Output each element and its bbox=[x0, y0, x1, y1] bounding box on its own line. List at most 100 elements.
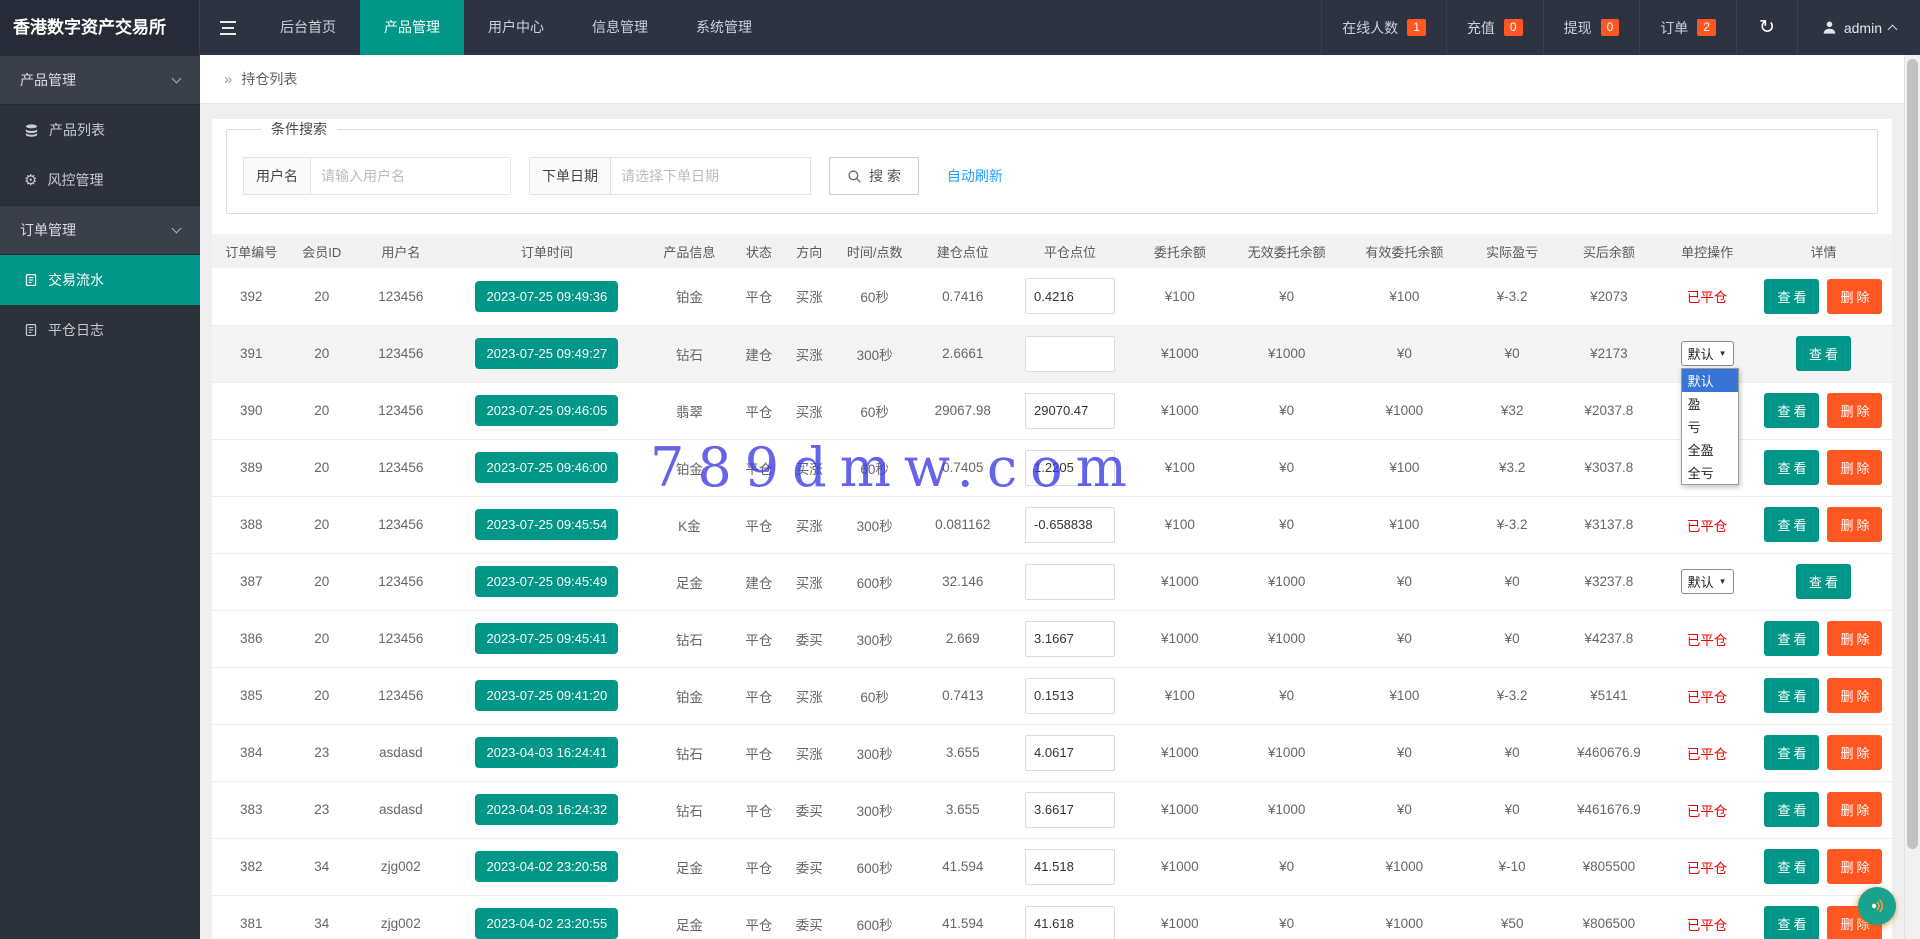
detail-actions-cell: 查看删除 bbox=[1755, 268, 1892, 325]
valid-entrust-cell: ¥0 bbox=[1343, 553, 1466, 610]
control-select[interactable]: 默认▼ bbox=[1681, 569, 1734, 594]
sidebar-item-transaction-flow[interactable]: 交易流水 bbox=[0, 255, 200, 305]
control-select-option[interactable]: 亏 bbox=[1682, 415, 1738, 438]
view-button[interactable]: 查看 bbox=[1764, 678, 1819, 713]
view-button[interactable]: 查看 bbox=[1764, 792, 1819, 827]
invalid-entrust-cell: ¥0 bbox=[1230, 439, 1343, 496]
duration-cell: 60秒 bbox=[834, 382, 915, 439]
delete-button[interactable]: 删除 bbox=[1827, 735, 1882, 770]
order-id-cell: 389 bbox=[212, 439, 291, 496]
view-button[interactable]: 查看 bbox=[1764, 507, 1819, 542]
floating-sound-button[interactable] bbox=[1858, 887, 1896, 925]
close-point-input[interactable] bbox=[1025, 507, 1115, 543]
direction-cell: 委买 bbox=[784, 610, 834, 667]
sidebar-item-close-position-log[interactable]: 平仓日志 bbox=[0, 305, 200, 355]
sidebar-item-label: 风控管理 bbox=[47, 170, 103, 190]
sidebar-item-risk-management[interactable]: ⚙ 风控管理 bbox=[0, 155, 200, 205]
table-row: 388201234562023-07-25 09:45:54K金平仓买涨300秒… bbox=[212, 496, 1892, 553]
delete-button[interactable]: 删除 bbox=[1827, 450, 1882, 485]
view-button[interactable]: 查看 bbox=[1796, 336, 1851, 371]
nav-item-system-management[interactable]: 系统管理 bbox=[672, 0, 776, 55]
delete-button[interactable]: 删除 bbox=[1827, 849, 1882, 884]
delete-button[interactable]: 删除 bbox=[1827, 507, 1882, 542]
username-input[interactable] bbox=[311, 157, 511, 195]
hamburger-menu-icon[interactable] bbox=[200, 0, 256, 55]
control-select-option[interactable]: 盈 bbox=[1682, 392, 1738, 415]
stat-online-users[interactable]: 在线人数 1 bbox=[1321, 0, 1446, 55]
auto-refresh-link[interactable]: 自动刷新 bbox=[947, 166, 1003, 186]
after-balance-cell: ¥2173 bbox=[1559, 325, 1660, 382]
open-point-cell: 41.594 bbox=[915, 838, 1011, 895]
sidebar-group-order-management[interactable]: 订单管理 bbox=[0, 205, 200, 255]
order-id-cell: 386 bbox=[212, 610, 291, 667]
view-button[interactable]: 查看 bbox=[1764, 450, 1819, 485]
nav-item-dashboard-home[interactable]: 后台首页 bbox=[256, 0, 360, 55]
close-point-input[interactable] bbox=[1025, 393, 1115, 429]
scrollbar-thumb[interactable] bbox=[1907, 59, 1918, 849]
member-id-cell: 34 bbox=[291, 838, 353, 895]
close-point-input[interactable] bbox=[1025, 906, 1115, 939]
chevron-up-icon bbox=[1888, 25, 1898, 35]
nav-item-user-center[interactable]: 用户中心 bbox=[464, 0, 568, 55]
view-button[interactable]: 查看 bbox=[1764, 393, 1819, 428]
stat-orders[interactable]: 订单 2 bbox=[1639, 0, 1736, 55]
control-select[interactable]: 默认▼ bbox=[1681, 341, 1734, 366]
nav-item-product-management[interactable]: 产品管理 bbox=[360, 0, 464, 55]
close-point-input[interactable] bbox=[1025, 564, 1115, 600]
order-id-cell: 385 bbox=[212, 667, 291, 724]
search-button[interactable]: 搜 索 bbox=[829, 157, 919, 195]
view-button[interactable]: 查看 bbox=[1764, 906, 1819, 939]
close-point-input[interactable] bbox=[1025, 792, 1115, 828]
control-select-option[interactable]: 默认 bbox=[1682, 369, 1738, 392]
delete-button[interactable]: 删除 bbox=[1827, 792, 1882, 827]
order-time-cell: 2023-04-02 23:20:58 bbox=[449, 838, 645, 895]
close-point-input[interactable] bbox=[1025, 678, 1115, 714]
view-button[interactable]: 查看 bbox=[1764, 621, 1819, 656]
order-id-cell: 382 bbox=[212, 838, 291, 895]
delete-button[interactable]: 删除 bbox=[1827, 393, 1882, 428]
control-select-option[interactable]: 全亏 bbox=[1682, 461, 1738, 484]
control-select-option[interactable]: 全盈 bbox=[1682, 438, 1738, 461]
duration-cell: 300秒 bbox=[834, 496, 915, 553]
after-balance-cell: ¥5141 bbox=[1559, 667, 1660, 724]
state-cell: 建仓 bbox=[734, 325, 784, 382]
delete-button[interactable]: 删除 bbox=[1827, 621, 1882, 656]
entrust-balance-cell: ¥1000 bbox=[1129, 610, 1230, 667]
close-point-input[interactable] bbox=[1025, 278, 1115, 314]
close-point-input[interactable] bbox=[1025, 621, 1115, 657]
sidebar-group-product-management[interactable]: 产品管理 bbox=[0, 55, 200, 105]
close-point-input[interactable] bbox=[1025, 336, 1115, 372]
order-date-input[interactable] bbox=[611, 157, 811, 195]
product-cell: K金 bbox=[645, 496, 734, 553]
order-id-cell: 387 bbox=[212, 553, 291, 610]
view-button[interactable]: 查看 bbox=[1764, 735, 1819, 770]
delete-button[interactable]: 删除 bbox=[1827, 678, 1882, 713]
valid-entrust-cell: ¥0 bbox=[1343, 610, 1466, 667]
delete-button[interactable]: 删除 bbox=[1827, 279, 1882, 314]
order-time-badge: 2023-07-25 09:41:20 bbox=[475, 680, 618, 711]
search-panel-legend: 条件搜索 bbox=[261, 119, 337, 139]
close-point-input[interactable] bbox=[1025, 450, 1115, 486]
user-menu[interactable]: admin bbox=[1797, 0, 1920, 55]
username-field-label: 用户名 bbox=[243, 157, 311, 195]
close-point-input[interactable] bbox=[1025, 735, 1115, 771]
search-button-label: 搜 索 bbox=[869, 166, 901, 186]
sidebar-item-product-list[interactable]: 产品列表 bbox=[0, 105, 200, 155]
scrollbar[interactable] bbox=[1904, 55, 1920, 939]
app-logo: 香港数字资产交易所 bbox=[0, 0, 200, 55]
valid-entrust-cell: ¥100 bbox=[1343, 667, 1466, 724]
after-balance-cell: ¥806500 bbox=[1559, 895, 1660, 939]
view-button[interactable]: 查看 bbox=[1796, 564, 1851, 599]
view-button[interactable]: 查看 bbox=[1764, 849, 1819, 884]
stat-recharge[interactable]: 充值 0 bbox=[1446, 0, 1543, 55]
after-balance-cell: ¥461676.9 bbox=[1559, 781, 1660, 838]
profit-cell: ¥-3.2 bbox=[1466, 496, 1559, 553]
view-button[interactable]: 查看 bbox=[1764, 279, 1819, 314]
refresh-icon[interactable]: ↻ bbox=[1736, 0, 1797, 55]
stat-withdraw[interactable]: 提现 0 bbox=[1543, 0, 1640, 55]
entrust-balance-cell: ¥1000 bbox=[1129, 325, 1230, 382]
order-id-cell: 381 bbox=[212, 895, 291, 939]
close-point-input[interactable] bbox=[1025, 849, 1115, 885]
order-time-badge: 2023-04-03 16:24:41 bbox=[475, 737, 618, 768]
nav-item-info-management[interactable]: 信息管理 bbox=[568, 0, 672, 55]
